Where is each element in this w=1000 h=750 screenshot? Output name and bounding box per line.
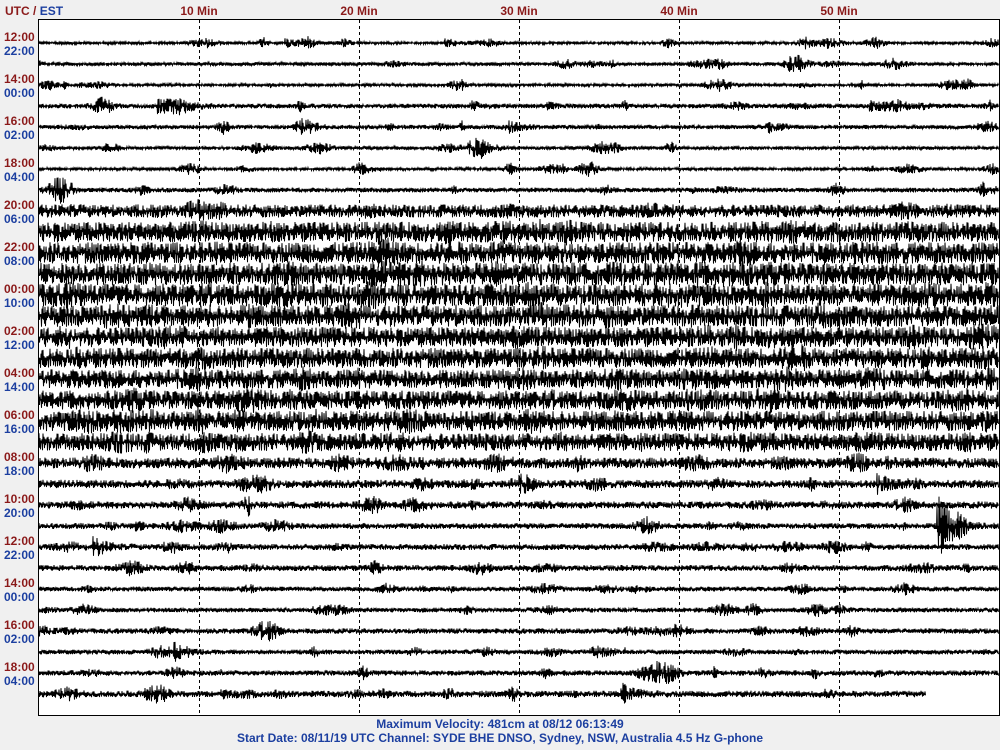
trace-row (39, 54, 999, 73)
utc-row-label: 08:00 (4, 450, 35, 464)
trace-row (39, 366, 999, 392)
trace-row (39, 429, 999, 454)
trace-row (39, 495, 999, 517)
est-row-label: 00:00 (4, 590, 35, 604)
utc-row-label: 10:00 (4, 492, 35, 506)
trace-row (39, 620, 999, 642)
trace-row (39, 560, 999, 577)
est-row-label: 18:00 (4, 464, 35, 478)
utc-row-label: 14:00 (4, 576, 35, 590)
trace-row (39, 660, 999, 684)
trace-row (39, 177, 999, 204)
utc-row-label: 00:00 (4, 282, 35, 296)
x-tick-label: 40 Min (660, 4, 697, 18)
utc-row-label: 12:00 (4, 534, 35, 548)
trace-row (39, 602, 999, 618)
est-row-label: 12:00 (4, 338, 35, 352)
est-row-label: 08:00 (4, 254, 35, 268)
utc-row-label: 18:00 (4, 660, 35, 674)
est-row-label: 10:00 (4, 296, 35, 310)
trace-row (39, 96, 999, 116)
trace-row (39, 452, 999, 474)
helicorder-window: UTC / EST 10 Min 20 Min 30 Min 40 Min 50 Min… (0, 0, 1000, 750)
trace-row (39, 260, 999, 289)
utc-row-label: 22:00 (4, 240, 35, 254)
utc-row-label: 16:00 (4, 114, 35, 128)
trace-row (39, 386, 999, 414)
trace-row (39, 344, 999, 372)
utc-row-label: 12:00 (4, 30, 35, 44)
est-row-label: 22:00 (4, 44, 35, 58)
utc-row-label: 06:00 (4, 408, 35, 422)
start-info: Start Date: 08/11/19 UTC Channel: SYDE B… (236, 731, 764, 745)
trace-row (39, 641, 999, 662)
utc-row-label: 18:00 (4, 156, 35, 170)
trace-row (39, 582, 999, 596)
utc-row-label: 04:00 (4, 366, 35, 380)
plot-area (38, 19, 1000, 716)
est-row-label: 02:00 (4, 632, 35, 646)
utc-row-label: 02:00 (4, 324, 35, 338)
est-row-label: 06:00 (4, 212, 35, 226)
max-velocity: Maximum Velocity: 481cm at 08/12 06:13:4… (376, 717, 624, 731)
trace-row (39, 536, 999, 557)
trace-row (39, 323, 999, 352)
trace-row (39, 199, 999, 221)
trace-row (39, 302, 999, 329)
est-row-label: 00:00 (4, 86, 35, 100)
x-tick-label: 20 Min (340, 4, 377, 18)
x-tick-label: 30 Min (500, 4, 537, 18)
x-tick-label: 50 Min (820, 4, 857, 18)
trace-row (39, 406, 999, 435)
est-row-label: 04:00 (4, 674, 35, 688)
trace-row (39, 473, 999, 495)
trace-row (39, 137, 999, 159)
utc-row-label: 14:00 (4, 72, 35, 86)
est-row-label: 20:00 (4, 506, 35, 520)
trace-row (39, 161, 999, 177)
utc-row-label: 16:00 (4, 618, 35, 632)
trace-row (39, 78, 999, 92)
trace-row (39, 118, 999, 135)
utc-row-label: 20:00 (4, 198, 35, 212)
est-row-label: 02:00 (4, 128, 35, 142)
seismogram-traces (39, 20, 999, 715)
trace-row (39, 218, 999, 246)
est-row-label: 16:00 (4, 422, 35, 436)
est-row-label: 04:00 (4, 170, 35, 184)
trace-row (39, 682, 926, 704)
x-tick-label: 10 Min (180, 4, 217, 18)
est-row-label: 22:00 (4, 548, 35, 562)
est-row-label: 14:00 (4, 380, 35, 394)
trace-row (39, 36, 999, 50)
